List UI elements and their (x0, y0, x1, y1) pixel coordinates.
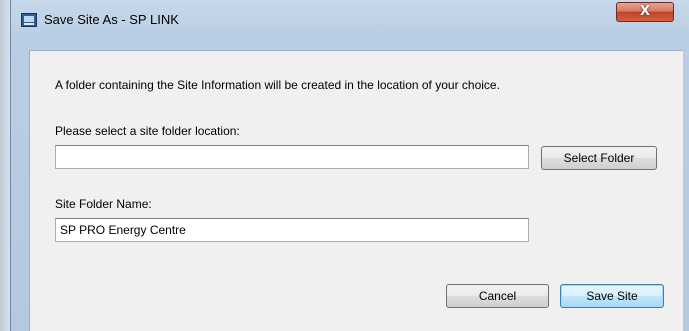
location-label: Please select a site folder location: (55, 124, 240, 138)
save-site-button[interactable]: Save Site (560, 284, 664, 308)
app-window-icon (21, 13, 37, 27)
title-bar[interactable]: Save Site As - SP LINK X (11, 0, 689, 40)
close-icon: X (639, 4, 651, 19)
window-title: Save Site As - SP LINK (44, 12, 179, 27)
info-text: A folder containing the Site Information… (55, 78, 500, 92)
close-button[interactable]: X (616, 2, 674, 22)
folder-location-input[interactable] (55, 145, 529, 169)
site-folder-name-input[interactable] (55, 218, 529, 242)
folder-name-label: Site Folder Name: (55, 197, 152, 211)
desktop-background (0, 0, 10, 331)
dialog-body: A folder containing the Site Information… (29, 50, 683, 331)
save-site-dialog: Save Site As - SP LINK X A folder contai… (10, 0, 689, 331)
cancel-button[interactable]: Cancel (446, 284, 549, 308)
select-folder-button[interactable]: Select Folder (541, 146, 657, 170)
